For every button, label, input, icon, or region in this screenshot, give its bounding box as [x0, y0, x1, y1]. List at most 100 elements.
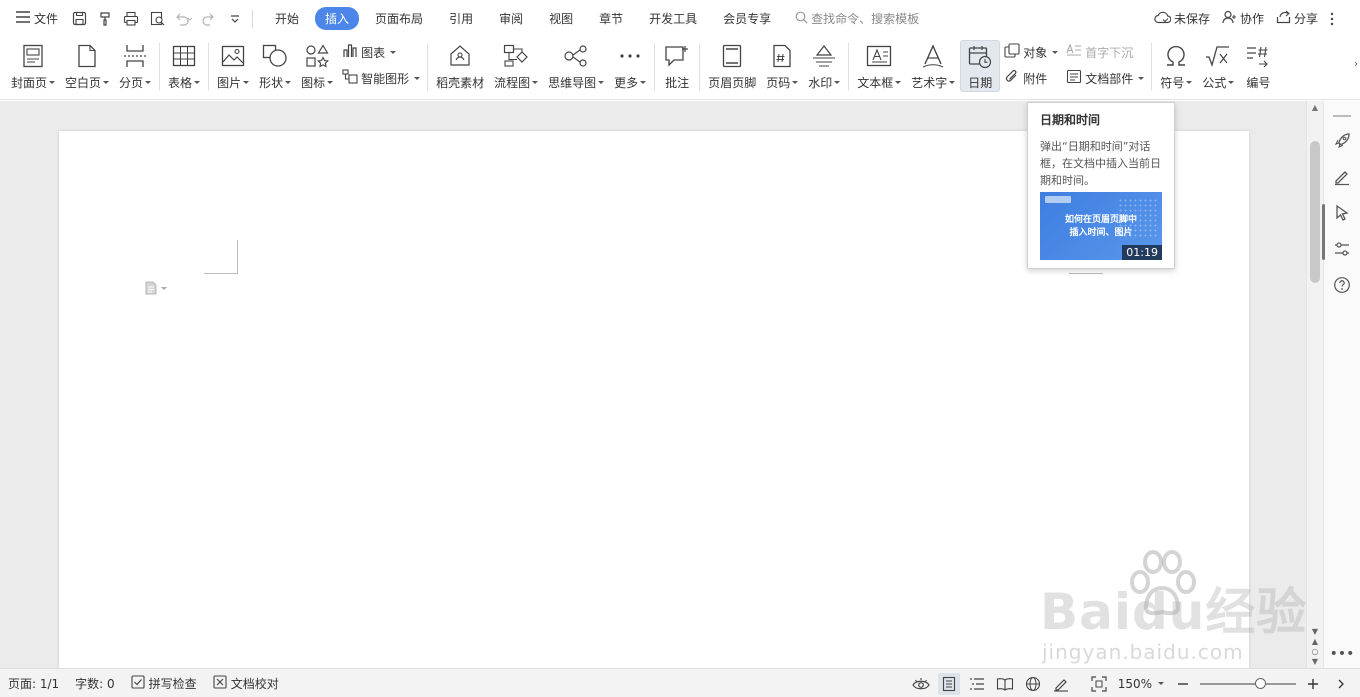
zoom-out-icon[interactable]: [1172, 673, 1194, 695]
menu-home[interactable]: 开始: [265, 7, 309, 30]
shape-button[interactable]: 形状: [254, 40, 296, 92]
chart-button[interactable]: 图表: [342, 42, 420, 62]
unsaved-label: 未保存: [1173, 12, 1210, 26]
header-footer-button[interactable]: 页眉页脚: [703, 40, 761, 92]
icon-library-icon: [303, 42, 331, 70]
smart-graphic-label: 智能图形: [361, 71, 410, 86]
page-view-icon[interactable]: [937, 672, 960, 695]
video-title-line2: 插入时间、图片: [1069, 228, 1133, 238]
tutorial-video-thumbnail[interactable]: 如何在页眉页脚中 插入时间、图片 01:19: [1040, 192, 1162, 260]
watermark-brand: Baidu经验: [1040, 583, 1308, 641]
web-view-icon[interactable]: [1022, 673, 1044, 695]
share-button[interactable]: 分享: [1276, 10, 1318, 27]
word-count[interactable]: 字数: 0: [67, 675, 123, 692]
command-search[interactable]: 查找命令、搜索模板: [795, 10, 919, 27]
page-number-button[interactable]: 页码: [761, 40, 803, 92]
scroll-up-icon[interactable]: ▲: [1307, 101, 1323, 113]
settings-sliders-icon[interactable]: [1324, 231, 1360, 267]
picture-button[interactable]: 图片: [212, 40, 254, 92]
menu-member[interactable]: 会员专享: [713, 7, 781, 30]
help-icon[interactable]: [1324, 267, 1360, 303]
expand-icon[interactable]: [1330, 673, 1352, 695]
wordart-button[interactable]: 艺术字: [906, 40, 960, 92]
hamburger-icon: [16, 11, 30, 26]
icon-library-button[interactable]: 图标: [296, 40, 338, 92]
chevron-down-icon: [285, 81, 292, 84]
material-icon: [446, 42, 474, 70]
zoom-slider[interactable]: [1200, 677, 1296, 689]
flowchart-button[interactable]: 流程图: [489, 40, 543, 92]
menu-page-layout[interactable]: 页面布局: [365, 7, 433, 30]
more-options-icon[interactable]: [1330, 12, 1334, 26]
zoom-in-icon[interactable]: [1302, 673, 1324, 695]
object-button[interactable]: 对象: [1004, 42, 1059, 62]
outline-view-icon[interactable]: [966, 673, 988, 695]
daoke-material-label: 稻壳素材: [436, 76, 485, 90]
ribbon-group-illustrations: 图片 形状 图标 图表 智能图形: [212, 37, 424, 100]
shape-icon: [261, 42, 289, 70]
redo-icon[interactable]: [198, 8, 220, 30]
cover-page-button[interactable]: 封面页: [6, 40, 60, 92]
chevron-down-icon: [194, 81, 201, 84]
file-menu-button[interactable]: 文件: [14, 7, 60, 31]
unsaved-button[interactable]: 未保存: [1154, 10, 1210, 27]
wordart-label: 艺术字: [911, 76, 948, 90]
spellcheck-toggle[interactable]: 拼写检查: [123, 674, 205, 692]
pen-edit-icon[interactable]: [1324, 159, 1360, 195]
panel-collapse-handle[interactable]: [1333, 115, 1351, 117]
main-menu: 开始 插入 页面布局 引用 审阅 视图 章节 开发工具 会员专享: [265, 7, 787, 30]
ribbon-scroll-right-icon[interactable]: ›: [1352, 43, 1360, 83]
print-preview-icon[interactable]: [146, 8, 168, 30]
scrollbar-thumb[interactable]: [1310, 141, 1320, 283]
formula-button[interactable]: 公式: [1197, 40, 1239, 92]
table-button[interactable]: 表格: [163, 40, 205, 92]
save-icon[interactable]: [68, 8, 90, 30]
page-indicator[interactable]: 页面: 1/1: [0, 675, 67, 692]
shape-label: 形状: [259, 76, 284, 90]
collaborate-button[interactable]: 协作: [1222, 10, 1264, 27]
menu-review[interactable]: 审阅: [489, 7, 533, 30]
pen-write-icon[interactable]: [1050, 673, 1072, 695]
cursor-select-icon[interactable]: [1324, 195, 1360, 231]
comment-button[interactable]: 批注: [658, 40, 696, 92]
proofread-button[interactable]: 文档校对: [205, 674, 287, 692]
date-button[interactable]: 日期: [960, 40, 1001, 92]
page-break-button[interactable]: 分页: [114, 40, 156, 92]
blank-page-button[interactable]: 空白页: [60, 40, 114, 92]
textbox-button[interactable]: 文本框: [852, 40, 906, 92]
chevron-down-icon: [49, 81, 56, 84]
comment-icon: [663, 42, 691, 70]
ribbon-divider: [654, 43, 656, 91]
panel-resize-handle[interactable]: [1322, 204, 1325, 260]
smart-graphic-button[interactable]: 智能图形: [342, 68, 421, 88]
rocket-icon[interactable]: [1324, 123, 1360, 159]
cover-page-label: 封面页: [11, 76, 48, 90]
menu-developer[interactable]: 开发工具: [639, 7, 707, 30]
zoom-level-dropdown[interactable]: 150%: [1116, 677, 1166, 691]
page-number-icon: [768, 42, 796, 70]
reading-view-icon[interactable]: [994, 673, 1016, 695]
mindmap-button[interactable]: 思维导图: [543, 40, 609, 92]
undo-icon[interactable]: [172, 8, 194, 30]
numbering-button[interactable]: 编号: [1239, 40, 1277, 92]
customize-toolbar-icon[interactable]: [224, 8, 246, 30]
format-painter-icon[interactable]: [94, 8, 116, 30]
menu-view[interactable]: 视图: [539, 7, 583, 30]
zoom-slider-knob[interactable]: [1254, 677, 1266, 689]
fit-page-icon[interactable]: [1088, 673, 1110, 695]
drop-cap-label: 首字下沉: [1085, 45, 1134, 60]
attachment-button[interactable]: 附件: [1004, 68, 1058, 88]
menu-insert[interactable]: 插入: [315, 7, 360, 30]
daoke-material-button[interactable]: 稻壳素材: [431, 40, 489, 92]
doc-parts-button[interactable]: 文档部件: [1066, 68, 1145, 88]
watermark-button[interactable]: 水印: [803, 40, 845, 92]
object-attachment-column: 对象 附件: [1000, 40, 1062, 88]
symbol-button[interactable]: 符号: [1155, 40, 1197, 92]
eye-protection-icon[interactable]: [910, 673, 932, 695]
paragraph-layout-icon[interactable]: [145, 281, 167, 295]
drop-cap-button[interactable]: 首字下沉: [1066, 42, 1144, 62]
menu-chapter[interactable]: 章节: [589, 7, 633, 30]
more-button[interactable]: 更多: [609, 40, 651, 92]
menu-references[interactable]: 引用: [439, 7, 483, 30]
print-icon[interactable]: [120, 8, 142, 30]
